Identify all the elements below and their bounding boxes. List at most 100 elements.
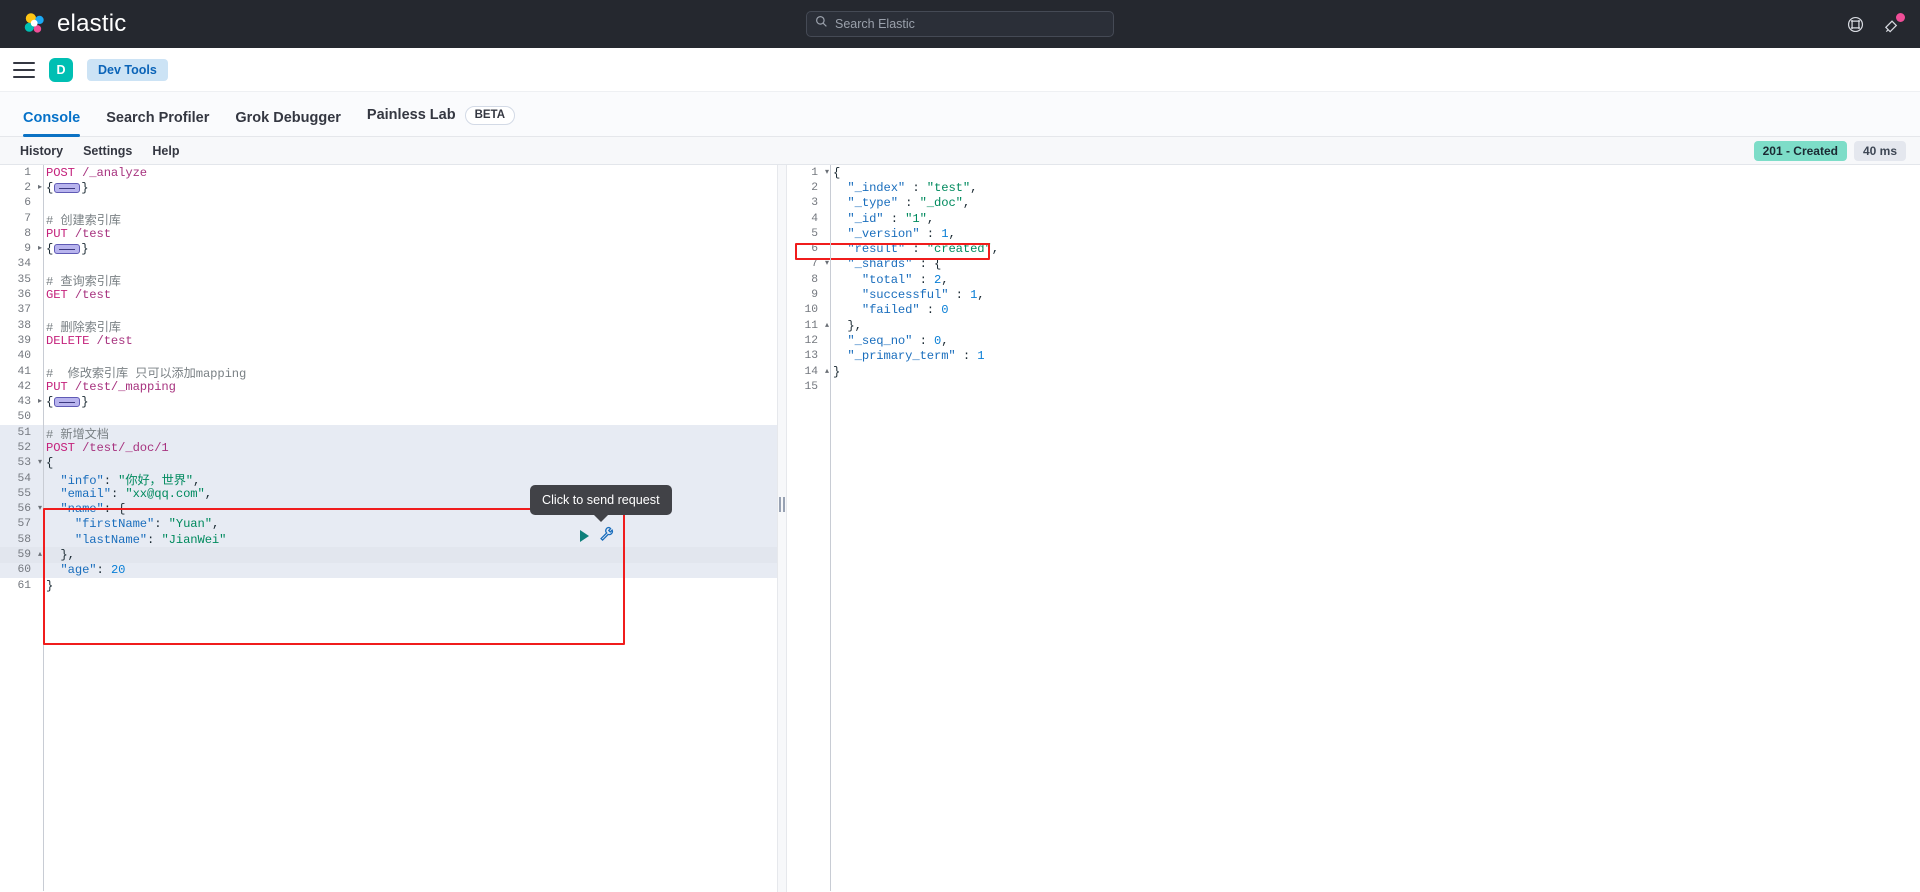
fold-toggle-icon[interactable]: ▾	[821, 168, 833, 177]
tab-search-profiler[interactable]: Search Profiler	[93, 109, 222, 137]
code-line[interactable]: 12 "_seq_no" : 0,	[787, 333, 1920, 348]
code-line[interactable]: 9 "successful" : 1,	[787, 287, 1920, 302]
response-viewer-pane[interactable]: 1 ▾{2 "_index" : "test", 3 "_type" : "_doc…	[787, 165, 1920, 892]
code-line[interactable]: 57 "firstName": "Yuan",	[0, 516, 777, 533]
history-button[interactable]: History	[10, 144, 73, 158]
code-text: "lastName": "JianWei"	[46, 532, 227, 547]
tab-grok-debugger-label: Grok Debugger	[235, 109, 341, 126]
play-send-request-icon[interactable]	[580, 530, 589, 542]
elastic-brand[interactable]: elastic	[0, 10, 126, 38]
tab-painless-lab[interactable]: Painless Lab BETA	[354, 105, 528, 137]
code-line[interactable]: 7 ▾ "_shards" : {	[787, 257, 1920, 272]
code-line[interactable]: 43 ▸{}	[0, 394, 777, 409]
code-line[interactable]: 42 PUT /test/_mapping	[0, 379, 777, 394]
code-line[interactable]: 36 GET /test	[0, 287, 777, 302]
code-line[interactable]: 38 # 删除索引库	[0, 318, 777, 335]
code-text: # 删除索引库	[46, 320, 121, 335]
fold-toggle-icon[interactable]: ▸	[34, 398, 46, 406]
line-number: 35	[17, 273, 31, 286]
code-line[interactable]: 1 POST /_analyze	[0, 165, 777, 180]
code-line[interactable]: 11 ▴ },	[787, 318, 1920, 333]
announcement-megaphone-icon[interactable]	[1883, 12, 1905, 34]
line-number: 34	[17, 258, 31, 271]
code-line[interactable]: 15	[787, 379, 1920, 394]
code-line[interactable]: 2 ▸{}	[0, 180, 777, 195]
request-editor-pane[interactable]: 1 POST /_analyze 2 ▸{} 6 7 # 创建索引库 8 PUT /test 9 ▸…	[0, 165, 777, 892]
settings-button[interactable]: Settings	[73, 144, 142, 158]
fold-toggle-icon[interactable]: ▾	[34, 505, 46, 513]
code-line[interactable]: 14 ▴}	[787, 364, 1920, 379]
code-text: "_shards" : {	[833, 257, 942, 272]
tab-grok-debugger[interactable]: Grok Debugger	[222, 109, 354, 137]
response-editor[interactable]: 1 ▾{2 "_index" : "test", 3 "_type" : "_doc…	[787, 165, 1920, 394]
code-line[interactable]: 8 PUT /test	[0, 226, 777, 241]
code-text: "firstName": "Yuan",	[46, 517, 220, 532]
help-circle-icon[interactable]	[1846, 15, 1865, 34]
line-number: 9	[811, 289, 818, 302]
code-text: {}	[46, 242, 89, 257]
code-line[interactable]: 3 "_type" : "_doc",	[787, 196, 1920, 211]
code-line[interactable]: 2 "_index" : "test",	[787, 180, 1920, 195]
code-line[interactable]: 41 # 修改索引库 只可以添加mapping	[0, 364, 777, 381]
fold-toggle-icon[interactable]: ▸	[34, 183, 46, 192]
fold-toggle-icon[interactable]: ▾	[34, 459, 46, 467]
code-line[interactable]: 58 "lastName": "JianWei"	[0, 532, 777, 548]
line-number: 13	[804, 350, 818, 363]
code-text: "_type" : "_doc",	[833, 196, 971, 211]
code-text: "successful" : 1,	[833, 288, 985, 303]
folded-code-widget[interactable]	[54, 182, 81, 193]
code-line[interactable]: 51 # 新增文档	[0, 425, 777, 442]
tab-search-profiler-label: Search Profiler	[106, 109, 210, 126]
line-number: 38	[17, 319, 31, 332]
code-line[interactable]: 39 DELETE /test	[0, 333, 777, 348]
hamburger-menu-icon[interactable]	[13, 61, 35, 78]
code-text: GET /test	[46, 288, 111, 303]
breadcrumb-item-dev-tools[interactable]: Dev Tools	[87, 58, 168, 81]
folded-code-widget[interactable]	[54, 243, 81, 254]
help-button[interactable]: Help	[142, 144, 189, 158]
code-line[interactable]: 5 "_version" : 1,	[787, 226, 1920, 241]
code-line[interactable]: 8 "total" : 2,	[787, 272, 1920, 287]
code-line[interactable]: 54 "info": "你好，世界",	[0, 470, 777, 488]
code-text: "_primary_term" : 1	[833, 349, 985, 364]
tab-console-label: Console	[23, 109, 81, 126]
request-editor[interactable]: 1 POST /_analyze 2 ▸{} 6 7 # 创建索引库 8 PUT /test 9 ▸…	[0, 165, 777, 593]
fold-toggle-icon[interactable]: ▴	[34, 551, 46, 559]
code-line[interactable]: 61}	[0, 578, 777, 593]
line-number: 12	[804, 334, 818, 347]
line-number: 2	[811, 181, 818, 194]
code-line[interactable]: 7 # 创建索引库	[0, 211, 777, 228]
code-text: {}	[46, 180, 89, 195]
global-search[interactable]: Search Elastic	[806, 11, 1114, 37]
code-line[interactable]: 13 "_primary_term" : 1	[787, 349, 1920, 364]
code-text: "failed" : 0	[833, 303, 949, 318]
pane-resize-handle[interactable]	[777, 165, 787, 892]
code-line[interactable]: 9 ▸{}	[0, 241, 777, 256]
code-line[interactable]: 6 "result" : "created",	[787, 241, 1920, 256]
line-number: 3	[811, 197, 818, 210]
code-line[interactable]: 59 ▴ },	[0, 547, 777, 563]
code-line[interactable]: 50	[0, 410, 777, 425]
response-scrollbar[interactable]	[1909, 165, 1920, 892]
fold-toggle-icon[interactable]: ▸	[34, 245, 46, 253]
global-chrome-bar: elastic Search Elastic	[0, 0, 1920, 48]
code-line[interactable]: 10 "failed" : 0	[787, 303, 1920, 318]
code-line[interactable]: 35 # 查询索引库	[0, 272, 777, 289]
fold-toggle-icon[interactable]: ▾	[821, 260, 833, 268]
notification-dot	[1896, 12, 1905, 22]
tab-console[interactable]: Console	[10, 109, 93, 137]
brand-name: elastic	[57, 10, 127, 37]
space-avatar[interactable]: D	[49, 57, 73, 82]
wrench-copy-as-curl-icon[interactable]	[599, 526, 614, 546]
fold-toggle-icon[interactable]: ▴	[821, 321, 833, 330]
code-line[interactable]: 4 "_id" : "1",	[787, 211, 1920, 226]
code-line[interactable]: 52 POST /test/_doc/1	[0, 440, 777, 456]
search-input-placeholder[interactable]: Search Elastic	[835, 17, 915, 31]
folded-code-widget[interactable]	[54, 396, 81, 407]
code-line[interactable]: 1 ▾{	[787, 165, 1920, 180]
line-number: 10	[804, 304, 818, 317]
fold-toggle-icon[interactable]: ▴	[821, 367, 833, 376]
line-number: 43	[17, 396, 31, 409]
resize-grip-icon[interactable]	[779, 497, 785, 512]
code-line[interactable]: 60 "age": 20	[0, 562, 777, 579]
